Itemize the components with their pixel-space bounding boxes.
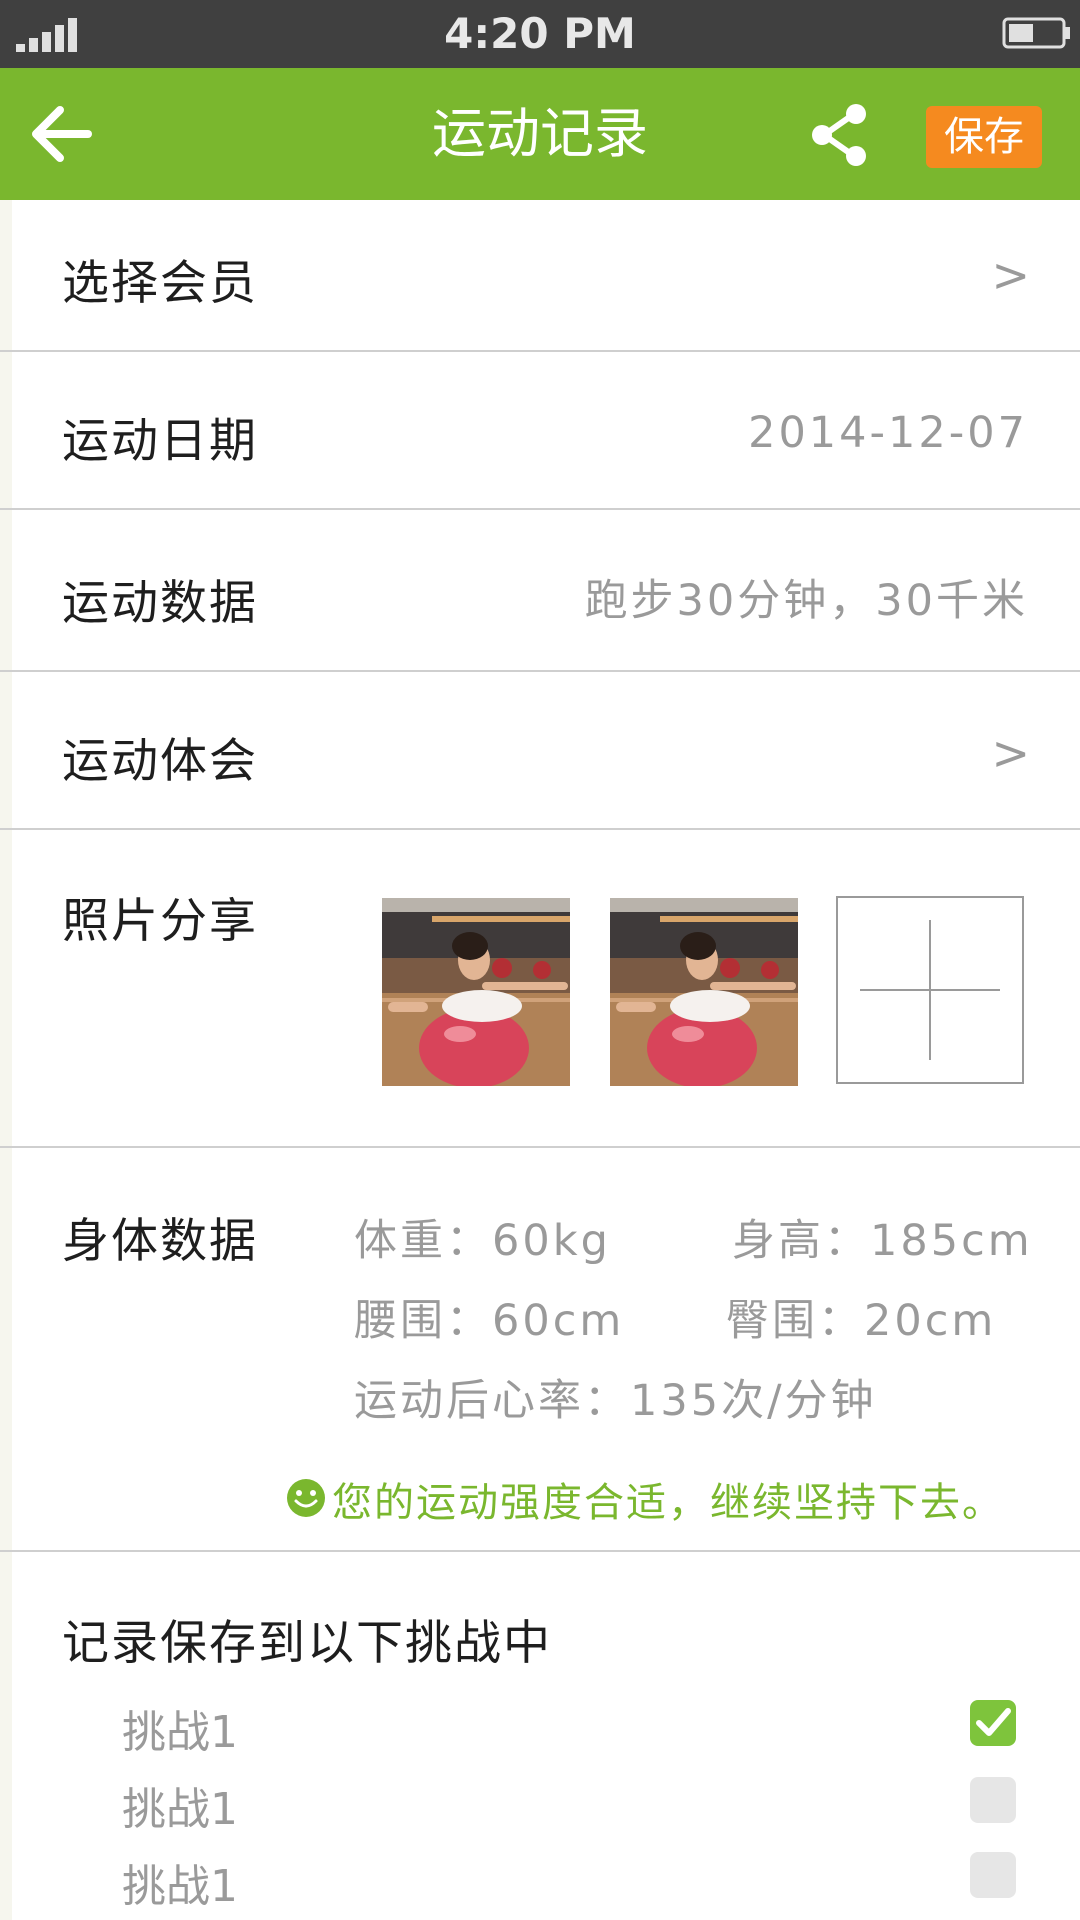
exercise-experience-row[interactable]: 运动体会 > [0,672,1080,830]
checkmark-icon [976,1708,1011,1736]
select-member-label: 选择会员 [62,256,258,311]
battery-icon [1002,17,1070,49]
body-data-label: 身体数据 [62,1214,258,1269]
status-time: 4:20 PM [444,9,636,58]
waist-value: 腰围：60cm [354,1296,625,1346]
add-photo-button[interactable] [836,896,1024,1084]
share-button[interactable] [808,102,874,168]
challenge-checkbox[interactable] [970,1852,1016,1898]
page-title: 运动记录 [432,102,648,165]
save-button[interactable]: 保存 [926,106,1042,168]
height-value: 身高：185cm [732,1216,1033,1266]
exercise-date-label: 运动日期 [62,414,258,469]
exercise-data-label: 运动数据 [62,576,258,631]
photo-thumbnail[interactable] [382,898,570,1086]
weight-value: 体重：60kg [354,1216,611,1266]
exercise-experience-label: 运动体会 [62,734,258,789]
exercise-date-value: 2014-12-07 [748,408,1028,458]
challenge-label: 挑战1 [122,1707,238,1758]
heart-rate-value: 运动后心率：135次/分钟 [354,1376,877,1426]
exercise-data-row[interactable]: 运动数据 跑步30分钟，30千米 [0,510,1080,672]
exercise-date-row[interactable]: 运动日期 2014-12-07 [0,352,1080,510]
smile-icon [287,1479,325,1517]
challenge-checkbox[interactable] [970,1777,1016,1823]
challenge-label: 挑战1 [122,1784,238,1835]
select-member-row[interactable]: 选择会员 > [0,200,1080,352]
hip-value: 臀围：20cm [726,1296,997,1346]
exercise-data-value: 跑步30分钟，30千米 [584,576,1028,626]
chevron-right-icon: > [991,726,1030,780]
plus-icon [860,920,1000,1060]
photo-share-label: 照片分享 [62,894,258,949]
share-icon [812,104,866,166]
challenge-checkbox[interactable] [970,1700,1016,1746]
photo-thumbnail[interactable] [610,898,798,1086]
chevron-right-icon: > [991,248,1030,302]
challenge-label: 挑战1 [122,1861,238,1912]
intensity-tip: 您的运动强度合适，继续坚持下去。 [332,1480,1004,1526]
nav-bar: 运动记录 保存 [0,68,1080,200]
status-bar: 4:20 PM [0,0,1080,68]
challenges-title: 记录保存到以下挑战中 [62,1616,552,1671]
